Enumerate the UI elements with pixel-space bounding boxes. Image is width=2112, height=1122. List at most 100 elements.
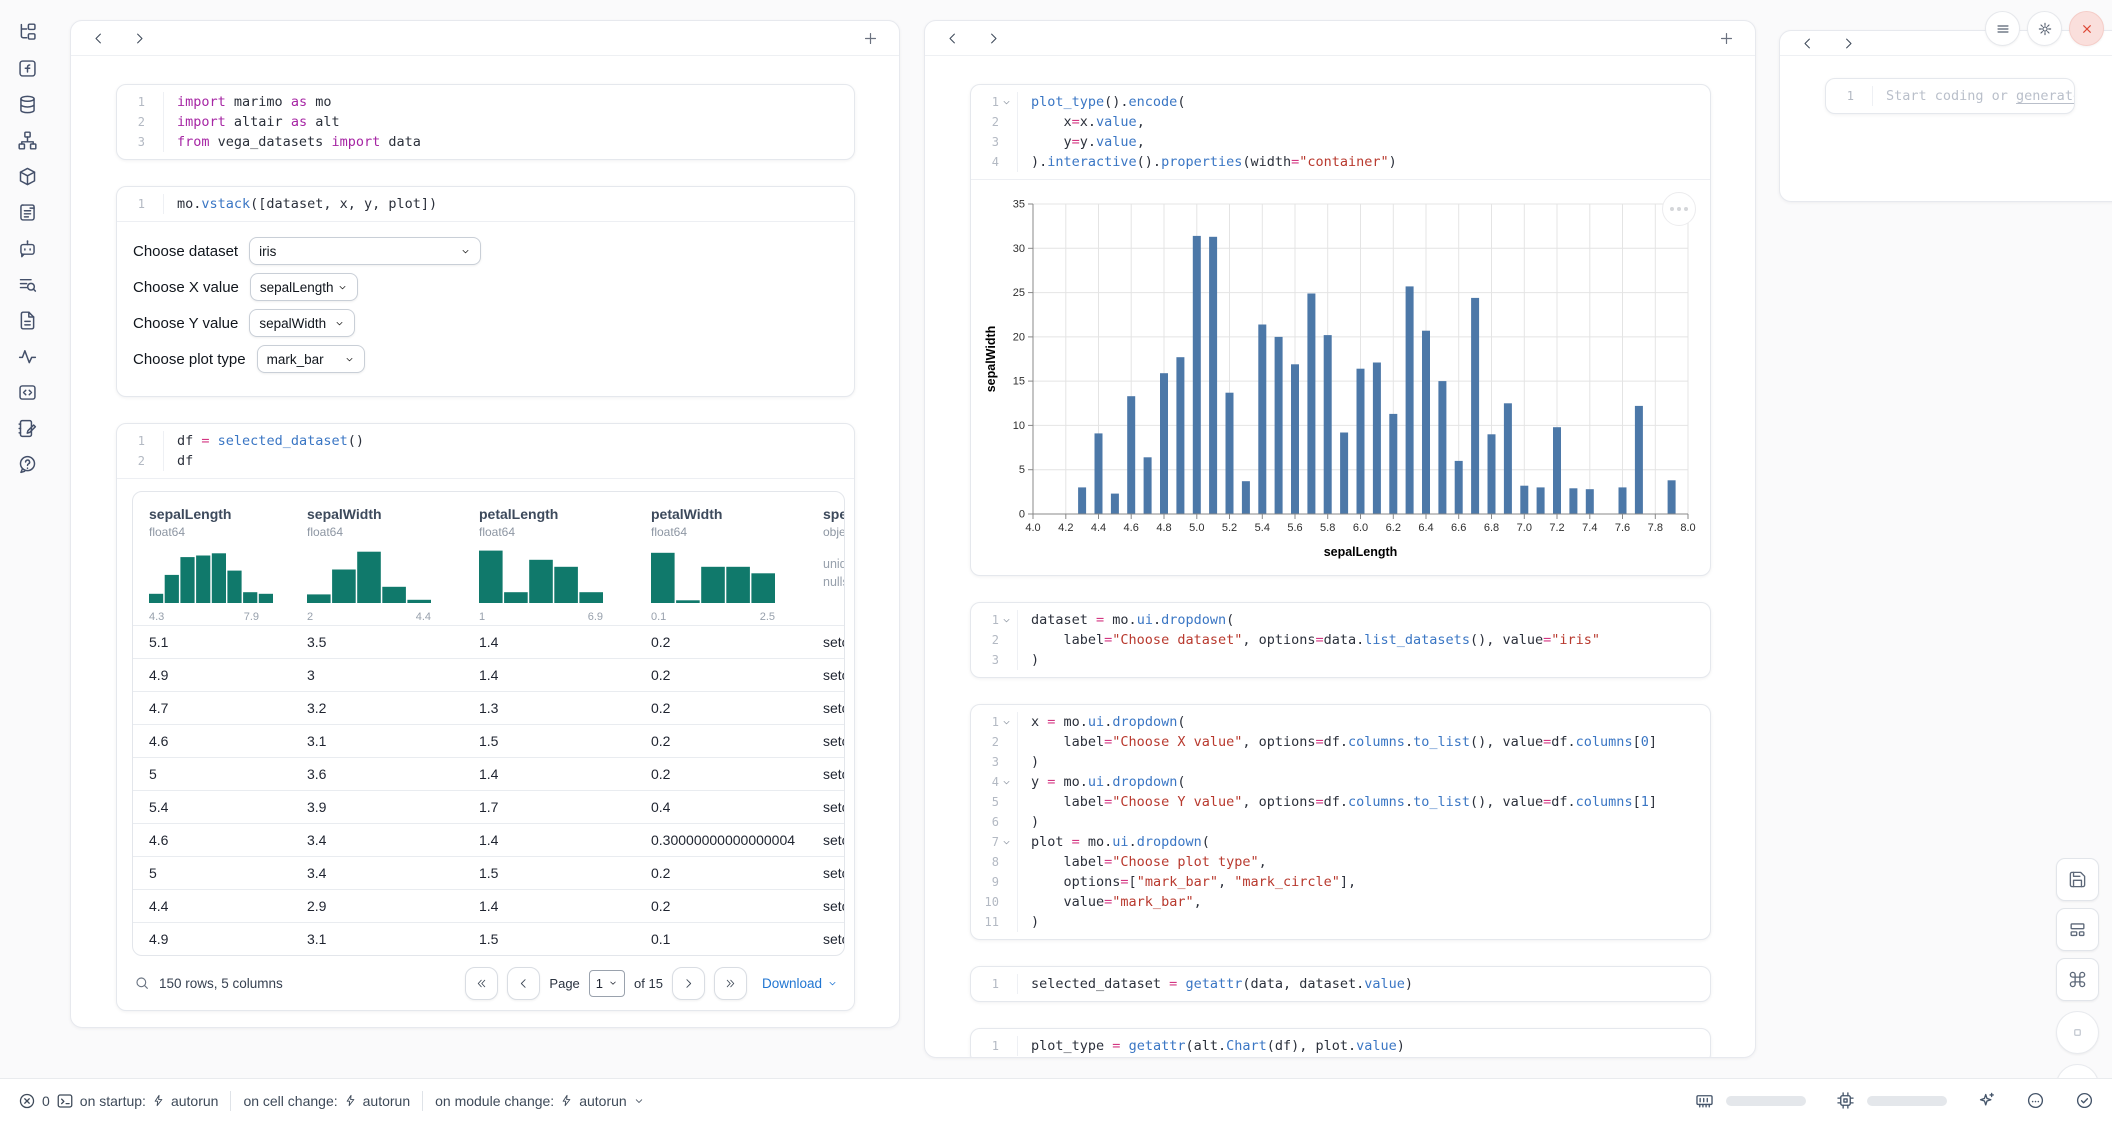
chevron-down-icon: [633, 1095, 645, 1107]
code-editor[interactable]: 1mo.vstack([dataset, x, y, plot]): [117, 187, 854, 221]
scroll-icon[interactable]: [17, 202, 38, 223]
search-list-icon[interactable]: [17, 274, 38, 295]
plot-type-select-label: Choose plot type: [133, 351, 246, 368]
dataset-select[interactable]: iris: [249, 237, 481, 265]
cell-imports[interactable]: 1import marimo as mo2import altair as al…: [116, 84, 855, 160]
stop-button[interactable]: [2056, 1011, 2099, 1054]
column-collapse-right-icon[interactable]: [132, 31, 147, 46]
ai-sparkles-icon[interactable]: [1977, 1091, 1996, 1110]
plot-type-select[interactable]: mark_bar: [257, 345, 365, 373]
next-page-button[interactable]: [672, 967, 705, 1000]
table-cell: 3.5: [307, 634, 479, 650]
column-header-sepalLength[interactable]: sepalLengthfloat64: [149, 506, 307, 539]
line-number: 3: [971, 650, 999, 670]
altair-chart[interactable]: 4.04.24.44.64.85.05.25.45.65.86.06.26.46…: [971, 180, 1710, 575]
chart-actions-button[interactable]: [1662, 192, 1696, 226]
code-editor[interactable]: 1selected_dataset = getattr(data, datase…: [971, 967, 1710, 1001]
error-count[interactable]: 0: [18, 1092, 50, 1110]
column-collapse-left-icon[interactable]: [1800, 36, 1815, 51]
save-button[interactable]: [2056, 858, 2099, 901]
copilot-icon[interactable]: [2026, 1091, 2045, 1110]
page-select[interactable]: 1: [589, 970, 625, 997]
activity-icon[interactable]: [17, 346, 38, 367]
add-cell-icon[interactable]: [1718, 30, 1735, 47]
cell-plot-type[interactable]: 1plot_type = getattr(alt.Chart(df), plot…: [970, 1028, 1711, 1058]
fold-toggle-icon[interactable]: [1001, 615, 1012, 626]
database-icon[interactable]: [17, 94, 38, 115]
snippets-icon[interactable]: [17, 310, 38, 331]
prev-page-button[interactable]: [507, 967, 540, 1000]
last-page-button[interactable]: [714, 967, 747, 1000]
table-cell: 1.3: [479, 700, 651, 716]
code-editor[interactable]: 1import marimo as mo2import altair as al…: [117, 85, 854, 159]
fold-toggle-icon[interactable]: [1001, 97, 1012, 108]
code-editor[interactable]: 1dataset = mo.ui.dropdown(2 label="Choos…: [971, 603, 1710, 677]
fold-toggle-icon[interactable]: [1001, 837, 1012, 848]
fold-toggle-icon[interactable]: [1001, 717, 1012, 728]
column-header-sepalWidth[interactable]: sepalWidthfloat64: [307, 506, 479, 539]
dep-graph-icon[interactable]: [17, 130, 38, 151]
settings-button[interactable]: [2027, 11, 2062, 46]
scratchpad-icon[interactable]: [17, 418, 38, 439]
line-number: 2: [971, 630, 999, 650]
download-button[interactable]: Download: [762, 976, 838, 991]
gear-icon: [2037, 21, 2053, 37]
line-number: 1: [1826, 86, 1854, 106]
runtime-on-cell-change[interactable]: on cell change: autorun: [243, 1093, 410, 1109]
line-number: 8: [971, 852, 999, 872]
shutdown-button[interactable]: [2069, 11, 2104, 46]
terminal-button[interactable]: [56, 1092, 74, 1110]
chevron-down-icon: [827, 978, 838, 989]
x-value-select[interactable]: sepalLength: [250, 273, 358, 301]
cell-xy-plot-dropdowns[interactable]: 1x = mo.ui.dropdown(2 label="Choose X va…: [970, 704, 1711, 940]
column-collapse-right-icon[interactable]: [986, 31, 1001, 46]
x-value-select-label: Choose X value: [133, 279, 239, 296]
cell-vstack[interactable]: 1mo.vstack([dataset, x, y, plot]) Choose …: [116, 186, 855, 397]
cell-empty[interactable]: 1 Start coding or generate with: [1825, 78, 2075, 114]
line-number: 10: [971, 892, 999, 912]
search-icon[interactable]: [134, 975, 150, 991]
layout-button[interactable]: [2056, 908, 2099, 951]
column-header-species[interactable]: speciesobject: [823, 506, 845, 539]
table-cell: setosa: [823, 865, 845, 881]
line-number: 1: [971, 974, 999, 994]
table-row: 4.63.11.50.2setosa: [133, 724, 844, 757]
runtime-on-module-change[interactable]: on module change: autorun: [435, 1093, 645, 1109]
code-editor[interactable]: 1df = selected_dataset()2df: [117, 424, 854, 478]
help-icon[interactable]: [17, 454, 38, 475]
first-page-button[interactable]: [465, 967, 498, 1000]
column-header-petalLength[interactable]: petalLengthfloat64: [479, 506, 651, 539]
package-icon[interactable]: [17, 166, 38, 187]
svg-text:10: 10: [1013, 420, 1025, 432]
cell-dataset-dropdown[interactable]: 1dataset = mo.ui.dropdown(2 label="Choos…: [970, 602, 1711, 678]
add-cell-icon[interactable]: [862, 30, 879, 47]
table-cell: 3: [307, 667, 479, 683]
table-cell: 4.7: [149, 700, 307, 716]
cell-dataframe-output: sepalLengthfloat64sepalWidthfloat64petal…: [117, 478, 854, 1010]
file-tree-icon[interactable]: [17, 22, 38, 43]
svg-text:4.6: 4.6: [1124, 522, 1139, 534]
column-collapse-right-icon[interactable]: [1841, 36, 1856, 51]
column-collapse-left-icon[interactable]: [91, 31, 106, 46]
runtime-on-startup[interactable]: on startup: autorun: [80, 1093, 219, 1109]
column-header-petalWidth[interactable]: petalWidthfloat64: [651, 506, 823, 539]
code-editor[interactable]: 1x = mo.ui.dropdown(2 label="Choose X va…: [971, 705, 1710, 939]
code-editor[interactable]: 1plot_type().encode(2 x=x.value,3 y=y.va…: [971, 85, 1710, 179]
table-cell: 1.4: [479, 898, 651, 914]
code-editor[interactable]: 1 Start coding or generate with: [1826, 79, 2074, 113]
generate-link[interactable]: generate: [2016, 88, 2075, 104]
chevron-down-icon: [460, 246, 471, 257]
chatbot-icon[interactable]: [17, 238, 38, 259]
fold-toggle-icon[interactable]: [1001, 777, 1012, 788]
function-icon[interactable]: [17, 58, 38, 79]
code-editor[interactable]: 1plot_type = getattr(alt.Chart(df), plot…: [971, 1029, 1710, 1058]
cell-dataframe[interactable]: 1df = selected_dataset()2dfsepalLengthfl…: [116, 423, 855, 1011]
menu-button[interactable]: [1985, 11, 2020, 46]
keyboard-shortcuts-button[interactable]: [2056, 958, 2099, 1001]
y-value-select[interactable]: sepalWidth: [249, 309, 355, 337]
code-block-icon[interactable]: [17, 382, 38, 403]
cell-selected-dataset[interactable]: 1selected_dataset = getattr(data, datase…: [970, 966, 1711, 1002]
cell-plot[interactable]: 1plot_type().encode(2 x=x.value,3 y=y.va…: [970, 84, 1711, 576]
column-collapse-left-icon[interactable]: [945, 31, 960, 46]
connection-status-icon[interactable]: [2075, 1091, 2094, 1110]
